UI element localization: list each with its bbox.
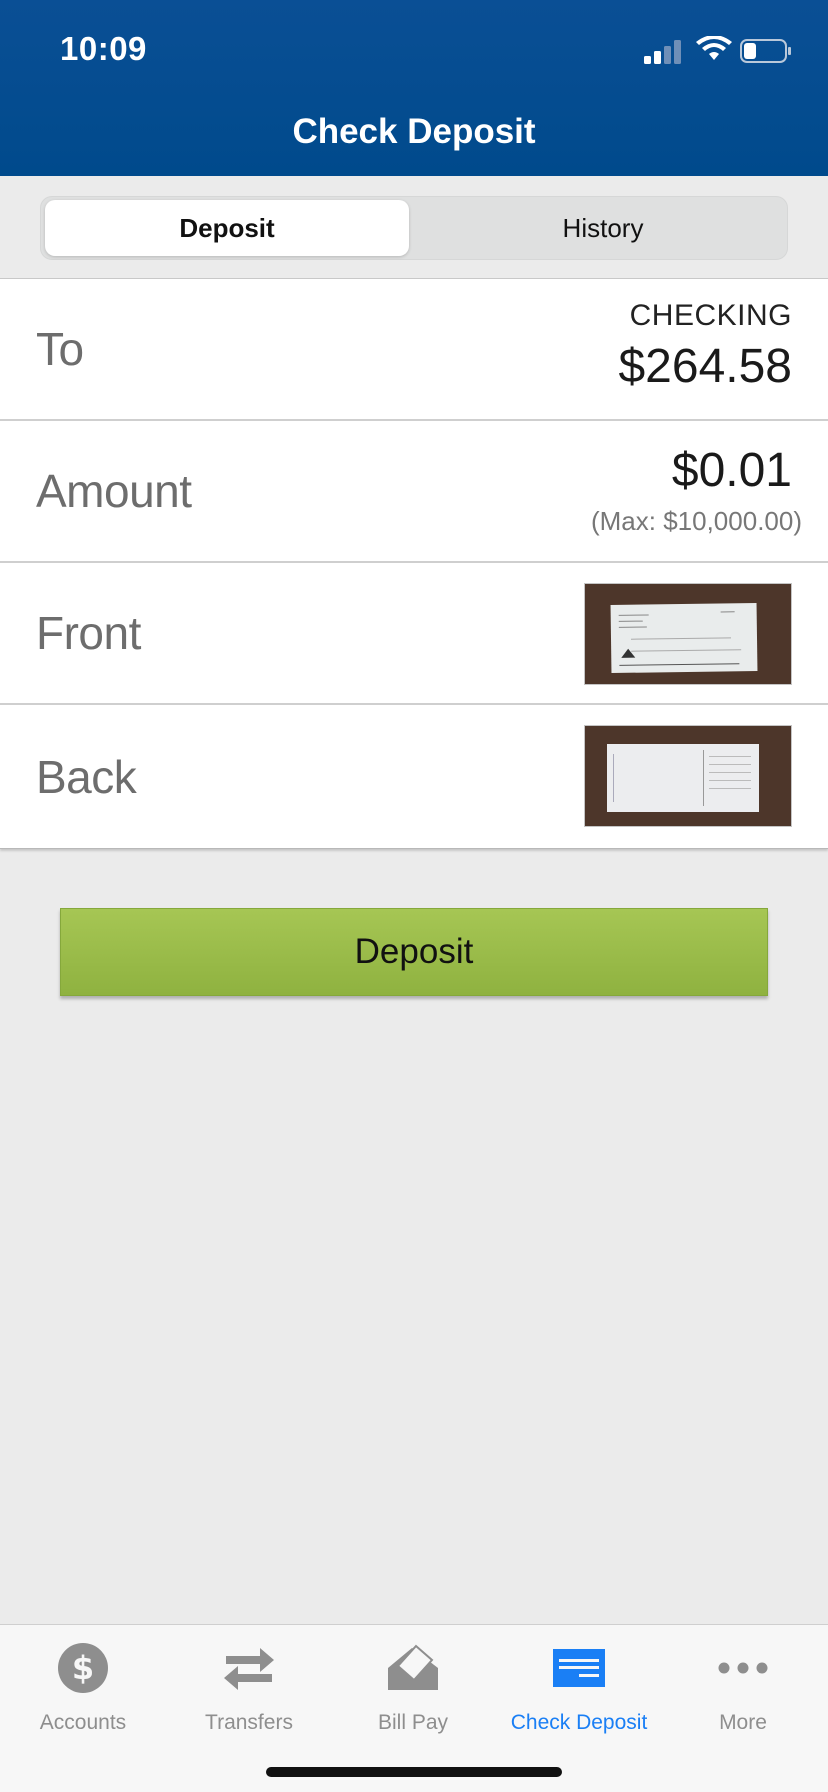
check-front-thumbnail[interactable] xyxy=(584,583,792,685)
check-back-paper xyxy=(607,744,759,812)
check-deposit-icon xyxy=(553,1649,605,1687)
amount-value: $0.01 xyxy=(671,444,792,497)
back-label: Back xyxy=(36,750,137,803)
home-indicator[interactable] xyxy=(266,1767,562,1777)
tab-check-deposit[interactable]: Check Deposit xyxy=(496,1639,662,1735)
tab-transfers-label: Transfers xyxy=(205,1711,293,1734)
tab-more[interactable]: More xyxy=(660,1639,826,1735)
tab-check-deposit-label: Check Deposit xyxy=(510,1711,648,1734)
to-label: To xyxy=(36,323,84,375)
deposit-form: To CHECKING $264.58 Amount $0.01 (Max: $… xyxy=(0,278,828,849)
tab-bill-pay-label: Bill Pay xyxy=(377,1711,449,1734)
segmented-control: Deposit History xyxy=(40,196,788,260)
tab-accounts[interactable]: $ Accounts xyxy=(0,1639,166,1735)
back-image-row[interactable]: Back xyxy=(0,705,828,849)
account-summary: CHECKING $264.58 xyxy=(618,299,792,394)
tab-more-label: More xyxy=(719,1711,767,1734)
amount-summary: $0.01 (Max: $10,000.00) xyxy=(591,443,802,537)
more-dots-icon xyxy=(718,1662,768,1674)
amount-label: Amount xyxy=(36,465,192,517)
tab-accounts-label: Accounts xyxy=(39,1711,127,1734)
segment-bar: Deposit History xyxy=(0,176,828,278)
page-title: Check Deposit xyxy=(292,112,536,151)
status-time: 10:09 xyxy=(60,30,147,67)
amount-row[interactable]: Amount $0.01 (Max: $10,000.00) xyxy=(0,421,828,563)
cellular-signal-icon xyxy=(644,40,681,64)
deposit-button[interactable]: Deposit xyxy=(60,908,768,996)
tab-bill-pay[interactable]: Bill Pay xyxy=(330,1639,496,1735)
dollar-circle-icon: $ xyxy=(58,1643,108,1693)
account-name: CHECKING xyxy=(629,299,792,332)
transfer-arrows-icon xyxy=(224,1648,274,1690)
segment-history[interactable]: History xyxy=(421,200,785,256)
segment-deposit[interactable]: Deposit xyxy=(45,200,409,256)
app-header: 10:09 Check Deposit xyxy=(0,0,828,176)
front-label: Front xyxy=(36,607,141,659)
bill-pay-icon xyxy=(388,1644,438,1690)
to-account-row[interactable]: To CHECKING $264.58 xyxy=(0,279,828,421)
check-front-paper xyxy=(610,602,758,674)
svg-text:$: $ xyxy=(72,1649,94,1687)
tab-transfers[interactable]: Transfers xyxy=(166,1639,332,1735)
battery-icon xyxy=(740,39,791,63)
wifi-icon xyxy=(696,36,732,60)
front-image-row[interactable]: Front xyxy=(0,563,828,705)
account-balance: $264.58 xyxy=(618,340,792,393)
amount-max: (Max: $10,000.00) xyxy=(590,506,802,536)
check-back-thumbnail[interactable] xyxy=(584,725,792,827)
